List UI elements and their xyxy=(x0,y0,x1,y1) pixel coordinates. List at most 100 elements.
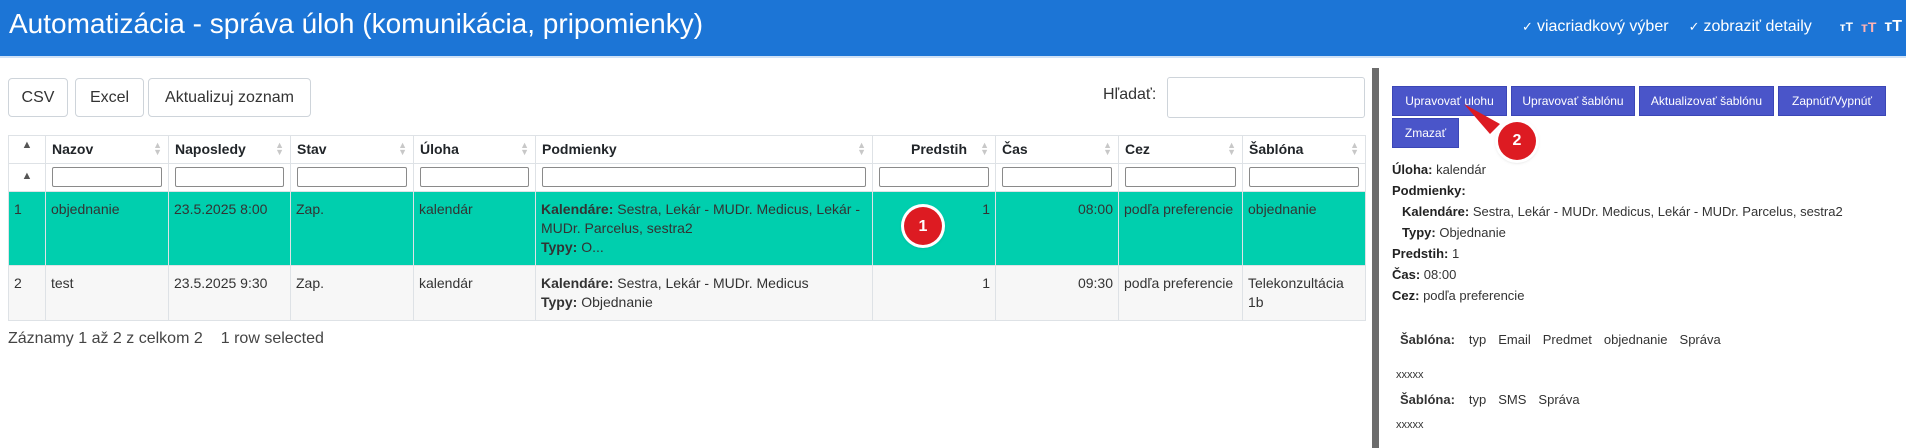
font-size-small-icon[interactable]: тT xyxy=(1840,17,1853,37)
typy-value: O... xyxy=(577,239,604,255)
sort-icon: ▲ ▼ xyxy=(275,140,284,157)
filter-podmienky-input[interactable] xyxy=(542,167,866,187)
show-details-toggle[interactable]: ✓ zobraziť detaily xyxy=(1689,17,1812,37)
detail-cez-value: podľa preferencie xyxy=(1419,288,1525,303)
table-row[interactable]: 1 objednanie 23.5.2025 8:00 Zap. kalendá… xyxy=(8,191,1366,266)
sort-icon: ▲ ▼ xyxy=(1103,140,1112,157)
column-label: Úloha xyxy=(420,141,459,157)
filter-nazov-input[interactable] xyxy=(52,167,162,187)
template-sms: Šablóna: typ SMS Správa xyxy=(1400,392,1592,407)
column-header-nazov[interactable]: Nazov ▲ ▼ xyxy=(45,135,169,164)
filter-cez-input[interactable] xyxy=(1125,167,1236,187)
toggle-on-off-button[interactable]: Zapnúť/Vypnúť xyxy=(1778,86,1886,116)
page-title: Automatizácia - správa úloh (komunikácia… xyxy=(9,8,704,39)
multi-row-select-toggle[interactable]: ✓ viacriadkový výber xyxy=(1522,17,1669,37)
font-size-large-icon[interactable]: тT xyxy=(1884,17,1902,37)
filter-row: ▲ xyxy=(8,163,1366,192)
index-sort-icon[interactable]: ▲ xyxy=(8,163,46,192)
top-bar: Automatizácia - správa úloh (komunikácia… xyxy=(0,0,1906,56)
cell-nazov: objednanie xyxy=(45,191,169,266)
show-details-label: zobraziť detaily xyxy=(1703,18,1812,35)
detail-podmienky-label: Podmienky: xyxy=(1392,183,1466,198)
detail-cas-label: Čas: xyxy=(1392,267,1421,282)
template-field: Email xyxy=(1498,332,1531,347)
filter-uloha-input[interactable] xyxy=(420,167,529,187)
column-header-naposledy[interactable]: Naposledy ▲ ▼ xyxy=(168,135,291,164)
template-field: typ xyxy=(1468,332,1487,347)
row-index: 1 xyxy=(8,191,46,266)
cell-sablona: Telekonzultácia 1b xyxy=(1242,265,1366,321)
column-label: Stav xyxy=(297,141,327,157)
column-header-cez[interactable]: Cez ▲ ▼ xyxy=(1118,135,1243,164)
panel-splitter[interactable] xyxy=(1372,68,1379,448)
column-label: Naposledy xyxy=(175,141,246,157)
detail-cez-label: Cez: xyxy=(1392,288,1420,303)
detail-kalendare: Kalendáre: Sestra, Lekár - MUDr. Medicus… xyxy=(1402,204,1843,220)
template-email: Šablóna: typ Email Predmet objednanie Správa xyxy=(1400,332,1733,347)
detail-uloha-label: Úloha: xyxy=(1392,162,1433,177)
detail-uloha-value: kalendár xyxy=(1432,162,1486,177)
records-count: Záznamy 1 až 2 z celkom 2 xyxy=(8,330,203,347)
sort-icon: ▲ ▼ xyxy=(1350,140,1359,157)
detail-kalendare-value: Sestra, Lekár - MUDr. Medicus, Lekár - M… xyxy=(1469,204,1843,219)
column-header-uloha[interactable]: Úloha ▲ ▼ xyxy=(413,135,536,164)
edit-template-button[interactable]: Upravovať šablónu xyxy=(1511,86,1635,116)
column-label: Čas xyxy=(1002,141,1028,157)
excel-button[interactable]: Excel xyxy=(75,78,144,117)
search-input[interactable] xyxy=(1167,77,1365,118)
index-sort-icon[interactable]: ▲ xyxy=(8,135,46,164)
selected-count: 1 row selected xyxy=(220,330,324,347)
cell-cas: 09:30 xyxy=(995,265,1119,321)
filter-stav-input[interactable] xyxy=(297,167,407,187)
filter-sablona-input[interactable] xyxy=(1249,167,1359,187)
detail-typy-label: Typy: xyxy=(1402,225,1436,240)
typy-label: Typy: xyxy=(541,239,578,255)
cell-sablona: objednanie xyxy=(1242,191,1366,266)
kalendare-label: Kalendáre: xyxy=(541,275,614,291)
check-icon: ✓ xyxy=(1688,19,1700,34)
kalendare-value: Sestra, Lekár - MUDr. Medicus xyxy=(613,275,809,291)
column-header-podmienky[interactable]: Podmienky ▲ ▼ xyxy=(535,135,873,164)
template-field: typ xyxy=(1468,392,1487,407)
column-header-stav[interactable]: Stav ▲ ▼ xyxy=(290,135,414,164)
cell-uloha: kalendár xyxy=(413,265,536,321)
font-size-medium-icon[interactable]: тT xyxy=(1861,17,1876,37)
template-field: Správa xyxy=(1538,392,1580,407)
row-index: 2 xyxy=(8,265,46,321)
csv-button[interactable]: CSV xyxy=(8,78,68,117)
cell-stav: Zap. xyxy=(290,265,414,321)
delete-button[interactable]: Zmazať xyxy=(1392,118,1459,148)
header-divider xyxy=(0,56,1906,58)
step-marker-2: 2 xyxy=(1498,122,1536,160)
detail-predstih-value: 1 xyxy=(1448,246,1460,261)
template-note: xxxxx xyxy=(1396,419,1424,431)
detail-predstih-label: Predstih: xyxy=(1392,246,1449,261)
refresh-list-button[interactable]: Aktualizuj zoznam xyxy=(148,78,311,117)
detail-podmienky: Podmienky: xyxy=(1392,183,1466,199)
table-row[interactable]: 2 test 23.5.2025 9:30 Zap. kalendár Kale… xyxy=(8,265,1366,321)
sort-icon: ▲ ▼ xyxy=(980,140,989,157)
update-template-button[interactable]: Aktualizovať šablónu xyxy=(1639,86,1774,116)
column-header-sablona[interactable]: Šablóna ▲ ▼ xyxy=(1242,135,1366,164)
sort-icon: ▲ ▼ xyxy=(398,140,407,157)
detail-typy: Typy: Objednanie xyxy=(1402,225,1506,241)
filter-predstih-input[interactable] xyxy=(879,167,989,187)
column-header-cas[interactable]: Čas ▲ ▼ xyxy=(995,135,1119,164)
filter-cas-input[interactable] xyxy=(1002,167,1112,187)
cell-podmienky: Kalendáre: Sestra, Lekár - MUDr. Medicus… xyxy=(535,265,873,321)
sort-icon: ▲ ▼ xyxy=(520,140,529,157)
cell-podmienky: Kalendáre: Sestra, Lekár - MUDr. Medicus… xyxy=(535,191,873,266)
header-options: ✓ viacriadkový výber ✓ zobraziť detaily тT… xyxy=(1522,17,1902,37)
cell-stav: Zap. xyxy=(290,191,414,266)
column-header-predstih[interactable]: Predstih ▲ ▼ xyxy=(872,135,996,164)
typy-value: Objednanie xyxy=(577,294,653,310)
cell-predstih: 1 1 xyxy=(872,191,996,266)
filter-naposledy-input[interactable] xyxy=(175,167,284,187)
detail-cez: Cez: podľa preferencie xyxy=(1392,288,1524,304)
detail-cas: Čas: 08:00 xyxy=(1392,267,1456,283)
kalendare-label: Kalendáre: xyxy=(541,201,614,217)
template-label: Šablóna: xyxy=(1400,332,1455,347)
search-label: Hľadať: xyxy=(1103,86,1157,103)
multi-row-select-label: viacriadkový výber xyxy=(1536,18,1669,35)
column-label: Šablóna xyxy=(1249,141,1304,157)
